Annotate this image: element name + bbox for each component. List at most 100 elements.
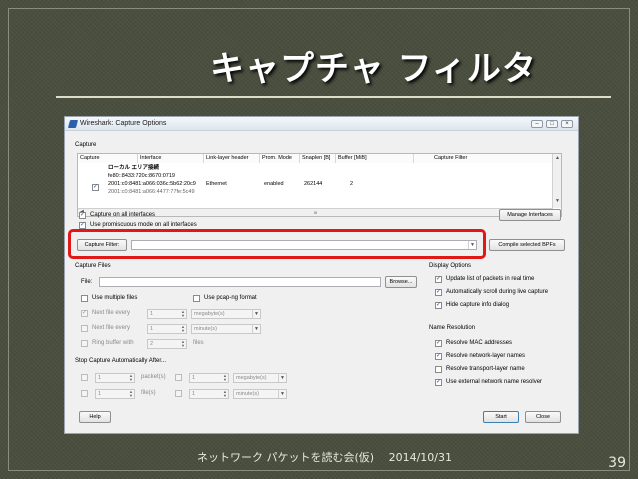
close-icon[interactable]: ×: [561, 120, 573, 128]
stop-time-unit-value: minute(s): [236, 391, 259, 397]
display-options-section-label: Display Options: [429, 263, 472, 269]
resolve-transport-checkbox[interactable]: [435, 366, 442, 373]
use-pcapng-checkbox[interactable]: [193, 295, 200, 302]
stop-size-checkbox[interactable]: [175, 374, 182, 381]
next-file-time-checkbox[interactable]: [81, 325, 88, 332]
chevron-down-icon[interactable]: ▼: [252, 310, 260, 318]
table-vertical-scrollbar[interactable]: ▲ ▼: [552, 154, 561, 208]
slide-footer: ネットワーク パケットを読む会(仮) 2014/10/31: [197, 451, 452, 464]
help-button[interactable]: Help: [79, 411, 111, 423]
ring-buffer-checkbox[interactable]: [81, 340, 88, 347]
use-external-resolver-checkbox[interactable]: ✓: [435, 379, 442, 386]
stop-size-unit-value: megabyte(s): [236, 375, 267, 381]
next-file-size-label: Next file every: [92, 310, 131, 316]
stop-size-unit[interactable]: megabyte(s) ▼: [233, 373, 287, 383]
column-header-interface[interactable]: Interface: [138, 154, 204, 163]
next-file-size-unit-value: megabyte(s): [194, 311, 225, 317]
auto-scroll-checkbox[interactable]: ✓: [435, 289, 442, 296]
column-header-prom-mode[interactable]: Prom. Mode: [260, 154, 300, 163]
hide-info-checkbox[interactable]: ✓: [435, 302, 442, 309]
use-pcapng-label: Use pcap-ng format: [204, 295, 257, 301]
slide-title: キャプチャ フィルタ: [210, 49, 537, 89]
capture-all-checkbox[interactable]: ✓: [79, 212, 86, 219]
close-button[interactable]: Close: [525, 411, 561, 423]
spinner-icon[interactable]: ▲ ▼: [128, 390, 134, 398]
file-input[interactable]: [99, 277, 381, 287]
interface-addr-1: fe80::8433:720c:8670:0719: [108, 173, 175, 179]
next-file-time-input[interactable]: 1 ▲ ▼: [147, 324, 187, 334]
stop-size-input[interactable]: 1 ▲ ▼: [189, 373, 229, 383]
next-file-size-checkbox[interactable]: ✓: [81, 310, 88, 317]
interface-name: ローカル エリア接続: [108, 165, 160, 171]
stop-files-checkbox[interactable]: [81, 390, 88, 397]
spinner-icon[interactable]: ▲ ▼: [180, 340, 186, 348]
use-multiple-files-checkbox[interactable]: [81, 295, 88, 302]
interface-prom-mode: enabled: [264, 181, 284, 187]
ring-buffer-value: 2: [150, 341, 154, 347]
browse-button[interactable]: Browse...: [385, 276, 417, 288]
stop-capture-section-label: Stop Capture Automatically After...: [75, 358, 167, 364]
promiscuous-label: Use promiscuous mode on all interfaces: [90, 222, 197, 228]
interface-link-layer: Ethernet: [206, 181, 227, 187]
column-header-link-layer[interactable]: Link-layer header: [204, 154, 260, 163]
spinner-icon[interactable]: ▲ ▼: [222, 390, 228, 398]
next-file-size-value: 1: [150, 311, 154, 317]
interface-capture-checkbox[interactable]: ✓: [92, 184, 99, 191]
stop-time-unit[interactable]: minute(s) ▼: [233, 389, 287, 399]
auto-scroll-label: Automatically scroll during live capture: [446, 289, 549, 295]
stop-files-value: 1: [98, 391, 102, 397]
next-file-time-value: 1: [150, 326, 154, 332]
slide-page-number: 39: [608, 455, 626, 471]
capture-filter-highlight-box: [68, 229, 486, 259]
scrollbar-thumb[interactable]: III: [314, 209, 317, 216]
stop-files-input[interactable]: 1 ▲ ▼: [95, 389, 135, 399]
interface-snaplen: 262144: [304, 181, 323, 187]
resolve-network-label: Resolve network-layer names: [446, 353, 526, 359]
next-file-size-unit[interactable]: megabyte(s) ▼: [191, 309, 261, 319]
start-button[interactable]: Start: [483, 411, 519, 423]
ring-buffer-unit: files: [193, 340, 204, 346]
column-header-snaplen[interactable]: Snaplen [B]: [300, 154, 336, 163]
column-header-buffer[interactable]: Buffer [MiB]: [336, 154, 414, 163]
window-titlebar[interactable]: Wireshark: Capture Options – □ ×: [65, 117, 578, 131]
chevron-down-icon[interactable]: ▼: [278, 374, 286, 382]
minimize-icon[interactable]: –: [531, 120, 543, 128]
resolve-mac-checkbox[interactable]: ✓: [435, 340, 442, 347]
use-multiple-files-label: Use multiple files: [92, 295, 138, 301]
stop-time-input[interactable]: 1 ▲ ▼: [189, 389, 229, 399]
interface-row[interactable]: ✓ ローカル エリア接続 fe80::8433:720c:8670:0719 2…: [78, 164, 553, 208]
update-list-label: Update list of packets in real time: [446, 276, 535, 282]
window-title: Wireshark: Capture Options: [80, 120, 167, 127]
spinner-icon[interactable]: ▲ ▼: [180, 325, 186, 333]
chevron-down-icon[interactable]: ▼: [278, 390, 286, 398]
spinner-icon[interactable]: ▲ ▼: [222, 374, 228, 382]
update-list-checkbox[interactable]: ✓: [435, 276, 442, 283]
scroll-down-icon[interactable]: ▼: [555, 198, 560, 205]
scroll-up-icon[interactable]: ▲: [555, 155, 560, 162]
stop-packets-input[interactable]: 1 ▲ ▼: [95, 373, 135, 383]
promiscuous-checkbox[interactable]: ✓: [79, 222, 86, 229]
stop-packets-value: 1: [98, 375, 102, 381]
chevron-down-icon[interactable]: ▼: [252, 325, 260, 333]
manage-interfaces-button[interactable]: Manage Interfaces: [499, 209, 561, 221]
stop-size-value: 1: [192, 375, 196, 381]
compile-bpfs-button[interactable]: Compile selected BPFs: [489, 239, 565, 251]
hide-info-label: Hide capture info dialog: [446, 302, 510, 308]
maximize-icon[interactable]: □: [546, 120, 558, 128]
resolve-network-checkbox[interactable]: ✓: [435, 353, 442, 360]
resolve-mac-label: Resolve MAC addresses: [446, 340, 513, 346]
stop-time-checkbox[interactable]: [175, 390, 182, 397]
ring-buffer-input[interactable]: 2 ▲ ▼: [147, 339, 187, 349]
next-file-size-input[interactable]: 1 ▲ ▼: [147, 309, 187, 319]
column-header-capture-filter[interactable]: Capture Filter: [414, 154, 553, 163]
interface-buffer: 2: [350, 181, 354, 187]
name-resolution-section-label: Name Resolution: [429, 325, 476, 331]
next-file-time-unit-value: minute(s): [194, 326, 217, 332]
spinner-icon[interactable]: ▲ ▼: [180, 310, 186, 318]
stop-packets-checkbox[interactable]: [81, 374, 88, 381]
next-file-time-unit[interactable]: minute(s) ▼: [191, 324, 261, 334]
column-header-capture[interactable]: Capture: [78, 154, 138, 163]
spinner-icon[interactable]: ▲ ▼: [128, 374, 134, 382]
capture-options-window: Wireshark: Capture Options – □ × Capture…: [64, 116, 579, 434]
title-divider: [56, 96, 611, 98]
